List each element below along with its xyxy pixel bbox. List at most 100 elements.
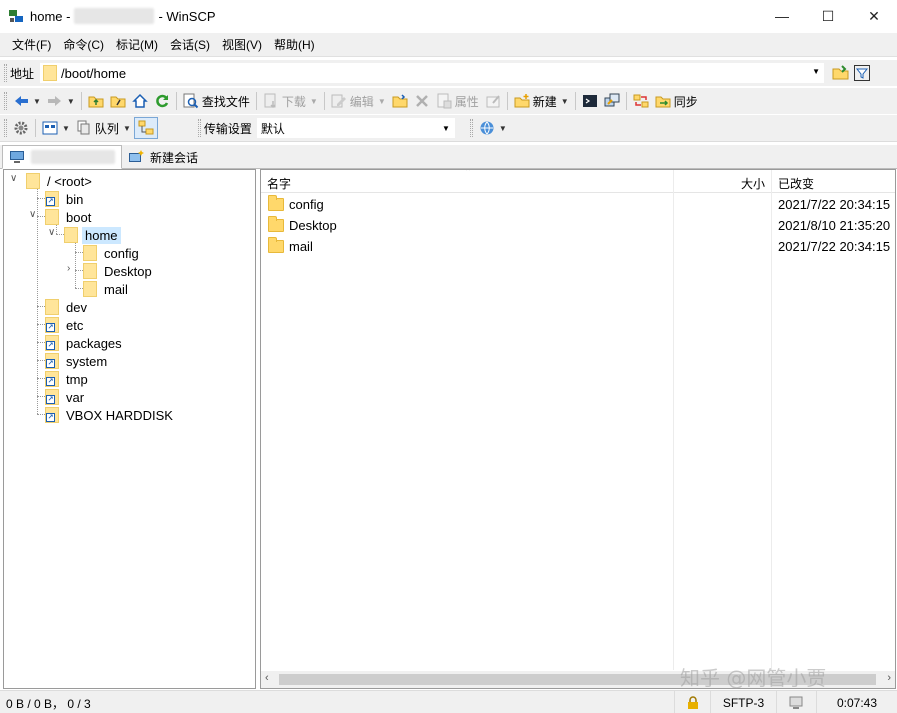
find-files-button[interactable]: 查找文件 bbox=[180, 90, 253, 112]
tree-node-var[interactable]: ↗ var bbox=[45, 388, 87, 406]
status-bar: 0 B / 0 B， 0 / 3 SFTP-3 0:07:43 bbox=[0, 690, 897, 713]
tree-node-system[interactable]: ↗ system bbox=[45, 352, 110, 370]
expand-chevron-icon[interactable]: › bbox=[67, 263, 70, 274]
close-button[interactable]: ✕ bbox=[851, 0, 897, 32]
tree-node-boot[interactable]: boot bbox=[45, 208, 94, 226]
file-row[interactable]: mail 2021/7/22 20:34:15 bbox=[261, 236, 895, 257]
terminal-icon bbox=[582, 95, 597, 107]
file-list[interactable]: 名字 ⌃ 大小 已改变 config 2021/7/22 20:34:15 De… bbox=[260, 169, 896, 689]
open-folder-button[interactable] bbox=[389, 90, 411, 112]
directory-tree[interactable]: ∨ / <root> ↗ bin ∨ boot ∨ home config › … bbox=[3, 169, 256, 689]
back-button[interactable]: ▼ bbox=[10, 90, 44, 112]
window-title-suffix: - WinSCP bbox=[158, 8, 216, 24]
tree-toggle-button[interactable] bbox=[133, 117, 158, 139]
toolbar-grip[interactable] bbox=[4, 119, 7, 137]
minimize-button[interactable]: — bbox=[759, 0, 805, 32]
tab-new-session[interactable]: 新建会话 bbox=[122, 146, 204, 168]
folder-icon bbox=[45, 209, 59, 225]
download-button[interactable]: 下载 ▼ bbox=[260, 90, 321, 112]
encryption-status[interactable] bbox=[674, 691, 710, 713]
edit-button[interactable]: 编辑 ▼ bbox=[328, 90, 389, 112]
folder-icon bbox=[268, 237, 284, 253]
column-header-changed[interactable]: 已改变 bbox=[778, 175, 814, 192]
toolbar-grip[interactable] bbox=[4, 64, 7, 82]
compare-directories-button[interactable] bbox=[630, 90, 652, 112]
address-label: 地址 bbox=[10, 66, 35, 81]
properties-button[interactable]: 属性 bbox=[433, 90, 482, 112]
folder-icon bbox=[268, 195, 284, 211]
menu-command[interactable]: 命令(C) bbox=[57, 33, 110, 57]
open-directory-icon[interactable] bbox=[832, 65, 849, 81]
toolbar-grip[interactable] bbox=[469, 119, 473, 137]
collapse-chevron-icon[interactable]: ∨ bbox=[10, 173, 17, 184]
menu-file[interactable]: 文件(F) bbox=[6, 33, 57, 57]
refresh-button[interactable] bbox=[151, 90, 173, 112]
toolbar-grip[interactable] bbox=[4, 92, 7, 110]
tree-node-dev[interactable]: dev bbox=[45, 298, 90, 316]
root-directory-button[interactable] bbox=[107, 90, 129, 112]
arrow-right-icon bbox=[47, 96, 61, 106]
winscp-app-icon[interactable] bbox=[8, 8, 24, 24]
file-row[interactable]: Desktop 2021/8/10 21:35:20 bbox=[261, 215, 895, 236]
scroll-right-icon[interactable]: › bbox=[887, 672, 891, 684]
queue-button[interactable]: 队列 ▼ bbox=[73, 117, 134, 139]
toolbar-grip[interactable] bbox=[197, 119, 201, 137]
tree-node-root[interactable]: / <root> bbox=[26, 172, 95, 190]
folder-icon bbox=[83, 245, 97, 261]
new-button[interactable]: 新建 ▼ bbox=[511, 90, 572, 112]
tree-node-vbox-harddisk[interactable]: ↗ VBOX HARDDISK bbox=[45, 406, 176, 424]
lock-icon bbox=[687, 695, 698, 709]
synchronize-button[interactable]: 同步 bbox=[652, 90, 701, 112]
collapse-chevron-icon[interactable]: ∨ bbox=[48, 227, 55, 238]
maximize-button[interactable]: ☐ bbox=[805, 0, 851, 32]
collapse-chevron-icon[interactable]: ∨ bbox=[29, 209, 36, 220]
address-field[interactable]: /boot/home ▼ bbox=[40, 63, 825, 83]
file-name: mail bbox=[289, 239, 313, 254]
transfer-settings-select[interactable]: 默认 ▼ bbox=[255, 117, 456, 139]
view-mode-button[interactable]: ▼ bbox=[39, 117, 73, 139]
file-list-header: 名字 ⌃ 大小 已改变 bbox=[261, 170, 895, 193]
tree-node-bin[interactable]: ↗ bin bbox=[45, 190, 86, 208]
tree-node-tmp[interactable]: ↗ tmp bbox=[45, 370, 91, 388]
menu-mark[interactable]: 标记(M) bbox=[110, 33, 164, 57]
delete-button[interactable] bbox=[411, 90, 433, 112]
forward-button[interactable]: ▼ bbox=[44, 90, 78, 112]
preferences-button[interactable] bbox=[10, 117, 32, 139]
filter-icon[interactable] bbox=[854, 65, 871, 81]
connection-status[interactable] bbox=[776, 691, 816, 713]
tree-node-packages[interactable]: ↗ packages bbox=[45, 334, 125, 352]
view-details-icon bbox=[42, 121, 58, 135]
tree-node-home[interactable]: home bbox=[64, 226, 121, 244]
file-name: config bbox=[289, 197, 324, 212]
network-button[interactable]: ▼ bbox=[476, 117, 510, 139]
find-files-label: 查找文件 bbox=[201, 94, 250, 109]
arrow-left-icon bbox=[15, 96, 28, 106]
putty-icon bbox=[604, 93, 620, 107]
column-header-name[interactable]: 名字 bbox=[267, 175, 291, 192]
tree-node-desktop[interactable]: Desktop bbox=[83, 262, 155, 280]
tree-node-etc[interactable]: ↗ etc bbox=[45, 316, 86, 334]
file-row[interactable]: config 2021/7/22 20:34:15 bbox=[261, 194, 895, 215]
rename-button[interactable] bbox=[482, 90, 504, 112]
column-header-size[interactable]: 大小 bbox=[741, 175, 765, 192]
folder-icon bbox=[43, 65, 58, 81]
chevron-down-icon[interactable]: ▼ bbox=[812, 67, 820, 76]
edit-icon bbox=[331, 94, 346, 108]
parent-directory-button[interactable] bbox=[85, 90, 107, 112]
scroll-left-icon[interactable]: ‹ bbox=[265, 672, 269, 684]
synchronize-label: 同步 bbox=[673, 94, 698, 109]
menu-help[interactable]: 帮助(H) bbox=[268, 33, 321, 57]
protocol-status[interactable]: SFTP-3 bbox=[710, 691, 776, 713]
tree-node-mail[interactable]: mail bbox=[83, 280, 131, 298]
tree-node-config[interactable]: config bbox=[83, 244, 142, 262]
secondary-toolbar: ▼ 队列 ▼ 传输设置 默认 ▼ ▼ bbox=[0, 115, 897, 142]
tab-current-session[interactable] bbox=[2, 145, 122, 169]
redacted-hostname bbox=[74, 8, 155, 24]
open-terminal-button[interactable] bbox=[579, 90, 601, 112]
delete-icon bbox=[415, 95, 428, 107]
menu-session[interactable]: 会话(S) bbox=[164, 33, 216, 57]
home-directory-button[interactable] bbox=[129, 90, 151, 112]
search-icon bbox=[183, 93, 199, 109]
open-putty-button[interactable] bbox=[601, 90, 623, 112]
menu-view[interactable]: 视图(V) bbox=[216, 33, 268, 57]
